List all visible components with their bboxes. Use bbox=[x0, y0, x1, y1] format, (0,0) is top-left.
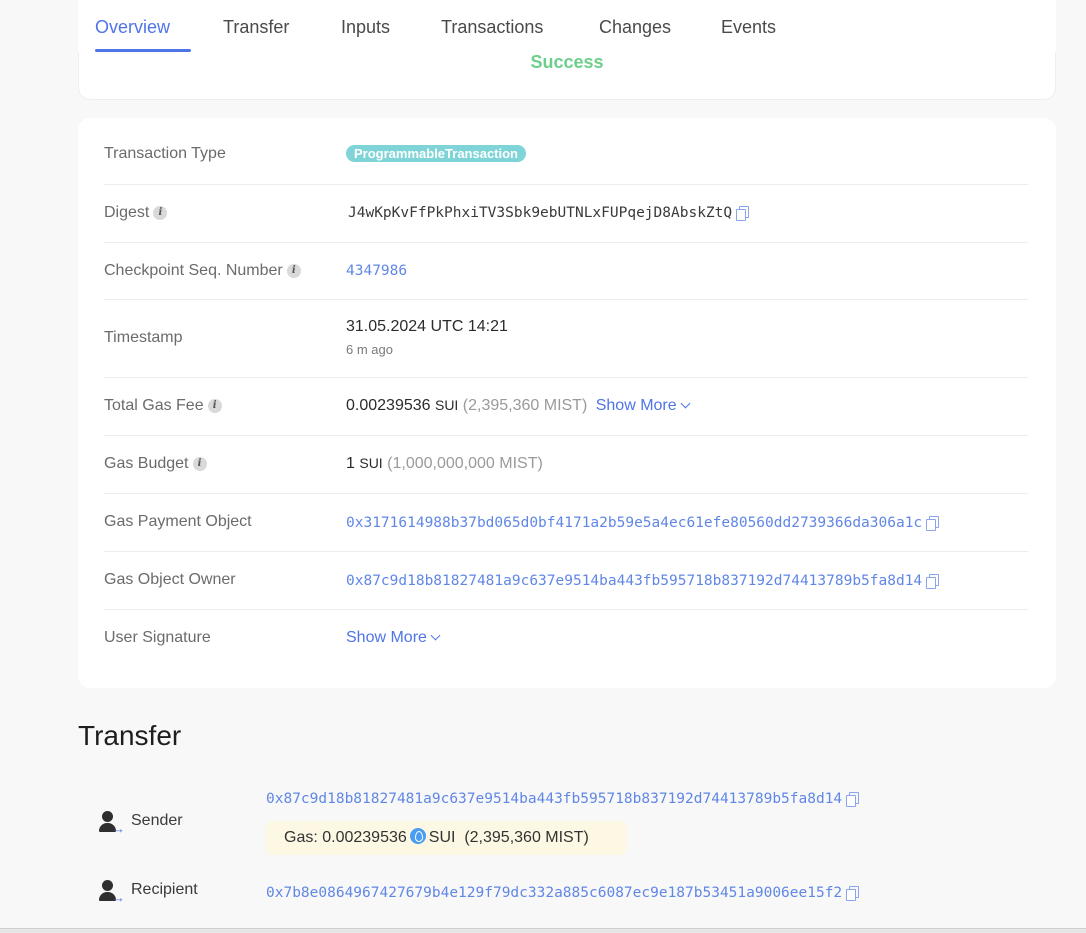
sui-logo-icon bbox=[409, 828, 426, 844]
copy-icon[interactable] bbox=[846, 885, 860, 901]
bottom-scroll-edge bbox=[0, 928, 1086, 933]
tab-bar: Overview Transfer Inputs Transactions Ch… bbox=[78, 0, 1056, 52]
gas-object-owner-label: Gas Object Owner bbox=[104, 571, 236, 588]
tab-transfer[interactable]: Transfer bbox=[223, 17, 289, 38]
chevron-down-icon bbox=[680, 398, 691, 409]
recipient-icon: → bbox=[99, 880, 125, 904]
copy-icon[interactable] bbox=[926, 515, 940, 531]
tab-inputs[interactable]: Inputs bbox=[341, 17, 390, 38]
gas-budget-amount: 1 bbox=[346, 455, 355, 472]
gas-payment-object-link[interactable]: 0x3171614988b37bd065d0bf4171a2b59e5a4ec6… bbox=[346, 515, 922, 531]
info-icon[interactable]: i bbox=[192, 456, 207, 471]
gas-budget-unit: SUI bbox=[359, 455, 383, 471]
digest-label: Digest bbox=[104, 204, 150, 221]
copy-icon[interactable] bbox=[736, 205, 750, 221]
recipient-label: Recipient bbox=[131, 881, 198, 898]
sender-label: Sender bbox=[131, 812, 183, 829]
sender-icon: → bbox=[99, 811, 125, 835]
transaction-details: Transaction Type ProgrammableTransaction… bbox=[78, 118, 1056, 688]
total-gas-fee-label: Total Gas Fee bbox=[104, 397, 204, 414]
copy-icon[interactable] bbox=[846, 791, 860, 807]
row-digest: Digest i J4wKpKvFfPkPhxiTV3Sbk9ebUTNLxFUP… bbox=[104, 185, 1028, 243]
checkpoint-link[interactable]: 4347986 bbox=[346, 263, 407, 279]
chevron-down-icon bbox=[430, 630, 441, 641]
gas-mist: (2,395,360 MIST) bbox=[464, 829, 589, 846]
transaction-type-badge: ProgrammableTransaction bbox=[346, 145, 526, 162]
sender-address-link[interactable]: 0x87c9d18b81827481a9c637e9514ba443fb5957… bbox=[266, 791, 842, 807]
row-gas-payment-object: Gas Payment Object 0x3171614988b37bd065d… bbox=[104, 494, 1028, 552]
info-icon[interactable]: i bbox=[286, 263, 301, 278]
gas-budget-label: Gas Budget bbox=[104, 455, 189, 472]
total-gas-fee-unit: SUI bbox=[434, 397, 459, 413]
gas-object-owner-link[interactable]: 0x87c9d18b81827481a9c637e9514ba443fb5957… bbox=[346, 573, 922, 589]
gas-budget-mist: (1,000,000,000 MIST) bbox=[387, 455, 543, 472]
row-total-gas-fee: Total Gas Fee i 0.00239536 SUI (2,395,360… bbox=[104, 378, 1028, 436]
row-timestamp: Timestamp 31.05.2024 UTC 14:21 6 m ago bbox=[104, 300, 1028, 378]
tab-overview[interactable]: Overview bbox=[95, 17, 170, 38]
digest-value: J4wKpKvFfPkPhxiTV3Sbk9ebUTNLxFUPqejD8Abs… bbox=[348, 205, 733, 221]
status-text: Success bbox=[530, 52, 604, 72]
gas-unit: SUI bbox=[428, 829, 456, 846]
transfer-section-title: Transfer bbox=[78, 720, 182, 751]
tab-transactions[interactable]: Transactions bbox=[441, 17, 543, 38]
status-card: Success bbox=[78, 52, 1056, 100]
info-icon[interactable]: i bbox=[153, 205, 168, 220]
copy-icon[interactable] bbox=[926, 573, 940, 589]
gas-summary: Gas: 0.00239536 SUI (2,395,360 MIST) bbox=[266, 821, 627, 855]
timestamp-relative: 6 m ago bbox=[346, 342, 393, 357]
timestamp-label: Timestamp bbox=[104, 329, 183, 346]
tab-events[interactable]: Events bbox=[721, 17, 776, 38]
transaction-type-label: Transaction Type bbox=[104, 145, 226, 162]
row-transaction-type: Transaction Type ProgrammableTransaction bbox=[104, 118, 1028, 185]
recipient-address-link[interactable]: 0x7b8e0864967427679b4e129f79dc332a885c60… bbox=[266, 885, 842, 901]
row-gas-budget: Gas Budget i 1 SUI (1,000,000,000 MIST) bbox=[104, 436, 1028, 494]
timestamp-value: 31.05.2024 UTC 14:21 bbox=[346, 318, 508, 335]
row-user-signature: User Signature Show More bbox=[104, 610, 1028, 668]
info-icon[interactable]: i bbox=[207, 398, 222, 413]
total-gas-fee-mist: (2,395,360 MIST) bbox=[462, 397, 588, 414]
tab-changes[interactable]: Changes bbox=[599, 17, 671, 38]
gas-amount: Gas: 0.00239536 bbox=[284, 829, 407, 846]
row-gas-object-owner: Gas Object Owner 0x87c9d18b81827481a9c63… bbox=[104, 552, 1028, 610]
row-checkpoint: Checkpoint Seq. Number i 4347986 bbox=[104, 243, 1028, 300]
signature-show-more[interactable]: Show More bbox=[346, 629, 441, 647]
user-signature-label: User Signature bbox=[104, 629, 211, 646]
gas-payment-object-label: Gas Payment Object bbox=[104, 513, 252, 530]
total-gas-fee-amount: 0.00239536 bbox=[346, 397, 431, 414]
checkpoint-label: Checkpoint Seq. Number bbox=[104, 262, 283, 279]
gas-fee-show-more[interactable]: Show More bbox=[596, 397, 691, 414]
